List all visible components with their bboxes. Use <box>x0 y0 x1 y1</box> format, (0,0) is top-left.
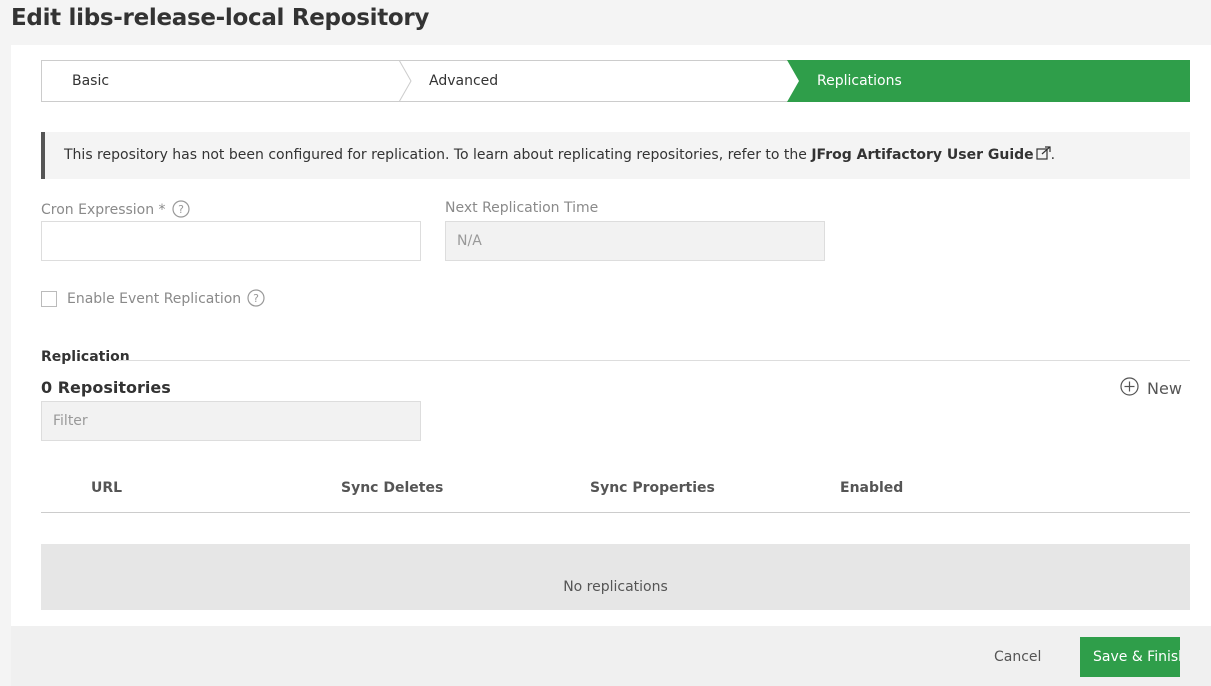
event-replication-label-text[interactable]: Enable Event Replication <box>67 291 241 307</box>
user-guide-link[interactable]: JFrog Artifactory User Guide <box>811 147 1033 163</box>
enable-event-replication-checkbox[interactable] <box>41 291 57 307</box>
column-url[interactable]: URL <box>91 480 122 496</box>
wizard-steps: Basic Advanced Replications <box>41 60 1190 102</box>
cron-help-icon[interactable]: ? <box>171 200 190 222</box>
next-replication-time-field <box>445 221 825 261</box>
svg-text:?: ? <box>178 203 184 216</box>
event-replication-help-icon[interactable]: ? <box>247 289 265 311</box>
save-and-finish-button[interactable]: Save & Finish <box>1080 637 1180 677</box>
column-sync-deletes[interactable]: Sync Deletes <box>341 480 443 496</box>
wizard-steps-background <box>41 60 1190 102</box>
page: Edit libs-release-local Repository Basic… <box>0 0 1211 686</box>
step-replications[interactable]: Replications <box>817 60 902 102</box>
page-title: Edit libs-release-local Repository <box>11 5 430 31</box>
step-basic[interactable]: Basic <box>72 60 109 102</box>
cron-label-text: Cron Expression * <box>41 202 166 218</box>
next-replication-time-label: Next Replication Time <box>445 200 599 216</box>
info-text: This repository has not been configured … <box>64 147 812 163</box>
event-replication-label: Enable Event Replication? <box>67 289 265 311</box>
replication-section-title: Replication <box>41 349 130 365</box>
replications-table-header: URL Sync Deletes Sync Properties Enabled <box>41 468 1190 513</box>
section-divider <box>116 360 1190 361</box>
svg-text:?: ? <box>253 292 259 305</box>
info-banner: This repository has not been configured … <box>41 132 1190 179</box>
footer-bar: Cancel Save & Finish <box>11 626 1211 686</box>
filter-input[interactable] <box>41 401 421 441</box>
column-enabled[interactable]: Enabled <box>840 480 903 496</box>
step-advanced[interactable]: Advanced <box>429 60 498 102</box>
column-sync-properties[interactable]: Sync Properties <box>590 480 715 496</box>
plus-circle-icon <box>1120 376 1139 400</box>
repositories-count: 0 Repositories <box>41 378 171 397</box>
new-label: New <box>1147 378 1182 398</box>
new-replication-button[interactable]: New <box>1120 376 1182 400</box>
external-link-icon[interactable] <box>1036 134 1051 181</box>
main-panel: Basic Advanced Replications This reposit… <box>11 45 1211 626</box>
cron-expression-label: Cron Expression *? <box>41 200 190 222</box>
info-end: . <box>1050 147 1056 163</box>
cron-expression-input[interactable] <box>41 221 421 261</box>
empty-table-row: No replications <box>41 544 1190 610</box>
cancel-button[interactable]: Cancel <box>994 649 1041 665</box>
